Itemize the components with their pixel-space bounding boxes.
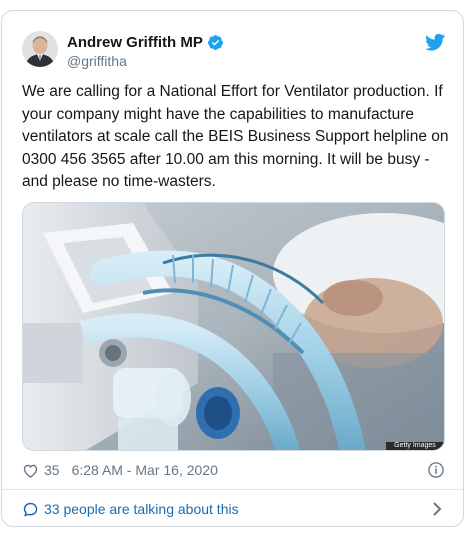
display-name-row: Andrew Griffith MP bbox=[67, 32, 224, 52]
speech-bubble-icon bbox=[23, 502, 38, 517]
like-count[interactable]: 35 bbox=[44, 462, 60, 478]
tweet-media-photo[interactable]: Getty Images bbox=[22, 202, 445, 451]
author-handle[interactable]: @griffitha bbox=[67, 53, 224, 69]
author-names: Andrew Griffith MP @griffitha bbox=[67, 32, 224, 69]
tweet-meta-row: 35 6:28 AM - Mar 16, 2020 bbox=[22, 459, 445, 481]
author-display-name[interactable]: Andrew Griffith MP bbox=[67, 34, 203, 51]
chevron-right-icon bbox=[433, 502, 442, 516]
twitter-bird-icon[interactable] bbox=[425, 33, 445, 51]
photo-credit: Getty Images bbox=[386, 442, 444, 450]
conversation-link[interactable]: 33 people are talking about this bbox=[22, 499, 445, 519]
divider bbox=[2, 489, 463, 490]
conversation-label: 33 people are talking about this bbox=[44, 501, 239, 517]
author-avatar[interactable] bbox=[22, 31, 58, 67]
info-icon[interactable] bbox=[427, 461, 445, 479]
avatar-image bbox=[22, 31, 58, 67]
tweet-embed-card: Andrew Griffith MP @griffitha We are cal… bbox=[1, 10, 464, 527]
ventilator-photo bbox=[23, 203, 444, 450]
tweet-text: We are calling for a National Effort for… bbox=[22, 83, 449, 190]
tweet-header: Andrew Griffith MP @griffitha bbox=[22, 31, 445, 71]
heart-icon[interactable] bbox=[22, 462, 39, 479]
tweet-timestamp[interactable]: 6:28 AM - Mar 16, 2020 bbox=[72, 462, 218, 478]
verified-badge-icon bbox=[207, 34, 223, 50]
